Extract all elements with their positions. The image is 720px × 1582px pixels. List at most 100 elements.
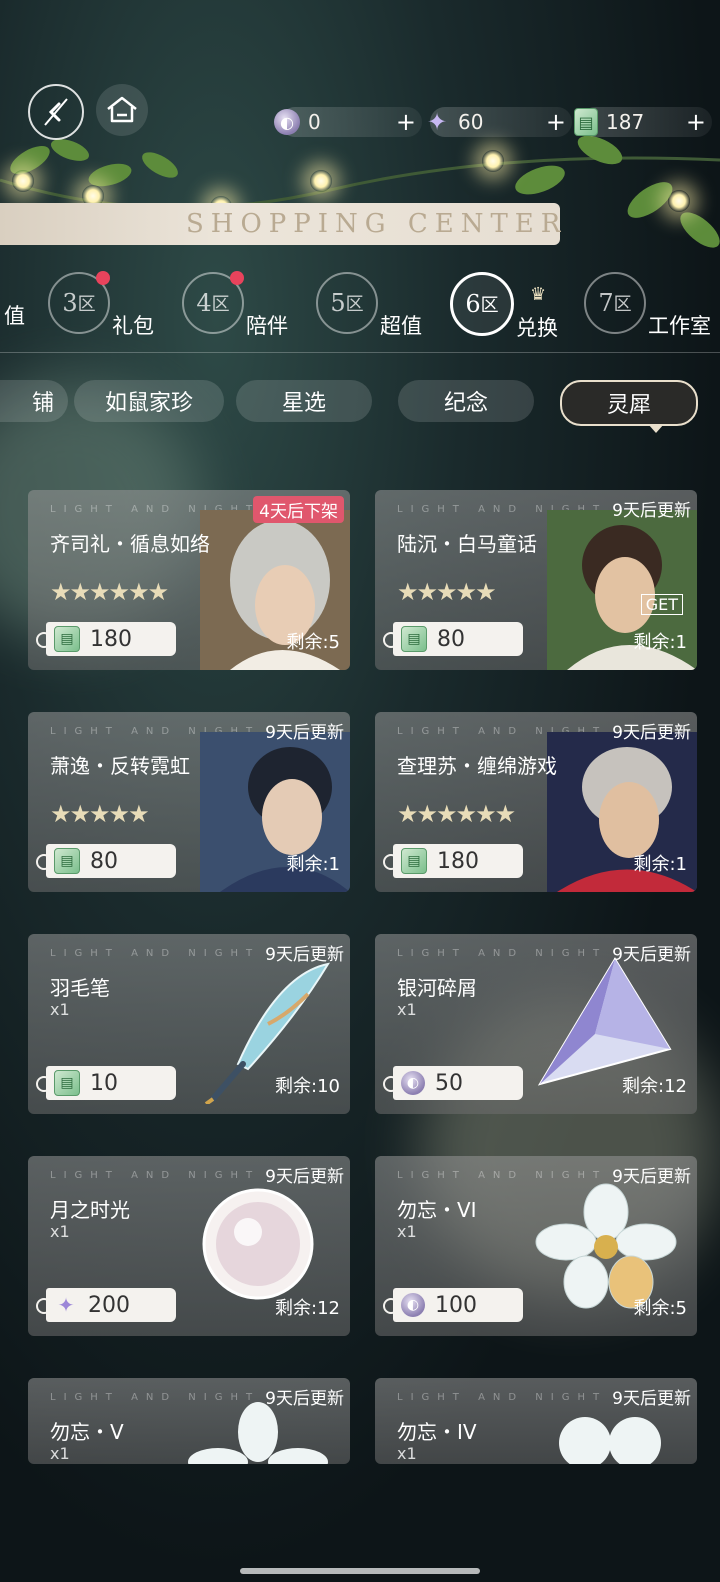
price-tag[interactable]: ◐ 100: [383, 1288, 523, 1322]
white-flower-icon: [559, 1417, 661, 1464]
remaining-count: 剩余:1: [286, 854, 340, 875]
zone-tab-4[interactable]: 4区 陪伴: [182, 271, 288, 338]
zone-number: 5区: [316, 272, 378, 334]
card-title: 羽毛笔: [50, 976, 110, 1000]
light-bulb: [482, 150, 504, 172]
zone-number: 7区: [584, 272, 646, 334]
product-card[interactable]: LIGHT AND NIGHT 9天后更新 萧逸・反转霓虹 ★★★★★ ▤ 80 …: [28, 712, 350, 892]
zone-tab-partial[interactable]: 值: [2, 300, 25, 328]
item-quantity: x1: [397, 1444, 417, 1463]
price-tag[interactable]: ▤ 180: [383, 844, 523, 878]
divider: [0, 352, 720, 353]
zone-label: 陪伴: [246, 314, 288, 338]
timer-badge: 9天后更新: [612, 1167, 691, 1187]
add-currency-button[interactable]: +: [686, 108, 706, 136]
product-card[interactable]: LIGHT AND NIGHT 9天后更新 勿忘・V x1: [28, 1378, 350, 1464]
card-title: 陆沉・白马童话: [397, 532, 537, 556]
card-title: 查理苏・缠绵游戏: [397, 754, 557, 778]
home-icon: [107, 96, 137, 123]
active-pointer: [647, 424, 664, 433]
price-tag[interactable]: ▤ 180: [36, 622, 176, 656]
currency-ticket: ▤ 187 +: [574, 107, 712, 137]
add-currency-button[interactable]: +: [546, 108, 566, 136]
card-title: 齐司礼・循息如络: [50, 532, 210, 556]
zone-label: 礼包: [112, 314, 154, 338]
white-flower-icon: [188, 1402, 328, 1464]
currency-value: 0: [308, 110, 321, 134]
item-quantity: x1: [397, 1222, 417, 1241]
subtab-lingxi[interactable]: 灵犀: [560, 380, 698, 433]
back-button[interactable]: [28, 84, 84, 140]
currency-value: 60: [458, 110, 484, 134]
zone-label: 兑换: [516, 316, 558, 340]
home-indicator[interactable]: [240, 1568, 480, 1574]
price-tag[interactable]: ◐ 50: [383, 1066, 523, 1100]
product-card[interactable]: LIGHT AND NIGHT 9天后更新 羽毛笔 x1 ▤ 10 剩余:10: [28, 934, 350, 1114]
subtab-jinian[interactable]: 纪念: [398, 380, 534, 422]
ticket-icon: ▤: [401, 848, 427, 874]
product-card[interactable]: LIGHT AND NIGHT 4天后下架 齐司礼・循息如络 ★★★★★★ ▤ 1…: [28, 490, 350, 670]
product-card[interactable]: LIGHT AND NIGHT 9天后更新 查理苏・缠绵游戏 ★★★★★★ ▤ 1…: [375, 712, 697, 892]
product-card[interactable]: LIGHT AND NIGHT 9天后更新 勿忘・VI x1 ◐ 100 剩余:5: [375, 1156, 697, 1336]
remaining-count: 剩余:10: [275, 1076, 340, 1097]
currency-value: 187: [606, 110, 645, 134]
item-quantity: x1: [397, 1000, 417, 1019]
watermark: LIGHT AND NIGHT: [397, 1392, 608, 1403]
product-card[interactable]: LIGHT AND NIGHT 9天后更新 月之时光 x1 ✦ 200 剩余:12: [28, 1156, 350, 1336]
currency-moon: ◐ 0 +: [274, 107, 422, 137]
crown-icon: ♛: [530, 284, 547, 305]
timer-badge: 9天后更新: [612, 723, 691, 743]
timer-badge: 9天后更新: [612, 501, 691, 521]
subtab-shop[interactable]: 铺: [0, 380, 68, 422]
item-quantity: x1: [50, 1222, 70, 1241]
subtab-xingxuan[interactable]: 星选: [236, 380, 372, 422]
timer-badge: 9天后更新: [612, 945, 691, 965]
product-card[interactable]: LIGHT AND NIGHT 9天后更新 陆沉・白马童话 ★★★★★ GET …: [375, 490, 697, 670]
white-flower-icon: [535, 1183, 677, 1309]
zone-label: 值: [4, 304, 25, 328]
remaining-count: 剩余:12: [275, 1298, 340, 1319]
remaining-count: 剩余:1: [633, 854, 687, 875]
star-rating: ★★★★★★: [397, 800, 516, 828]
product-card[interactable]: LIGHT AND NIGHT 9天后更新 银河碎屑 x1 ◐ 50 剩余:12: [375, 934, 697, 1114]
price-tag[interactable]: ▤ 10: [36, 1066, 176, 1100]
remaining-count: 剩余:5: [633, 1298, 687, 1319]
card-title: 月之时光: [50, 1198, 130, 1222]
remaining-count: 剩余:12: [622, 1076, 687, 1097]
remaining-count: 剩余:5: [286, 632, 340, 653]
ticket-icon: ▤: [54, 1070, 80, 1096]
item-quantity: x1: [50, 1000, 70, 1019]
zone-number: 4区: [182, 271, 244, 334]
ticket-icon: ▤: [54, 626, 80, 652]
home-button[interactable]: [96, 84, 148, 136]
timer-badge: 9天后更新: [612, 1389, 691, 1409]
ticket-icon: ▤: [401, 626, 427, 652]
zone-tab-5[interactable]: 5区 超值: [316, 272, 422, 338]
zone-tab-6[interactable]: 6区 兑换 ♛: [450, 272, 558, 340]
currency-sparkle: ✦ 60 +: [427, 107, 572, 137]
zone-label: 工作室: [648, 314, 711, 338]
product-card[interactable]: LIGHT AND NIGHT 9天后更新 勿忘・IV x1: [375, 1378, 697, 1464]
zone-tab-3[interactable]: 3区 礼包: [48, 271, 154, 338]
timer-badge: 9天后更新: [265, 1167, 344, 1187]
price-tag[interactable]: ✦ 200: [36, 1288, 176, 1322]
price-tag[interactable]: ▤ 80: [36, 844, 176, 878]
add-currency-button[interactable]: +: [396, 108, 416, 136]
light-bulb: [668, 190, 690, 212]
notification-dot: [96, 271, 110, 285]
watermark: LIGHT AND NIGHT: [397, 1170, 608, 1181]
light-bulb: [12, 170, 34, 192]
moon-coin-icon: ◐: [401, 1293, 425, 1317]
get-badge: GET: [640, 594, 683, 615]
zone-number: 3区: [48, 271, 110, 334]
light-bulb: [310, 170, 332, 192]
card-title: 萧逸・反转霓虹: [50, 754, 190, 778]
notification-dot: [230, 271, 244, 285]
pearl-icon: [202, 1188, 314, 1300]
star-rating: ★★★★★: [50, 800, 150, 828]
zone-tab-7[interactable]: 7区 工作室: [584, 272, 711, 338]
subtab-rushu[interactable]: 如鼠家珍: [74, 380, 224, 422]
banner-title: SHOPPING CENTER: [186, 209, 568, 239]
price-tag[interactable]: ▤ 80: [383, 622, 523, 656]
moon-coin-icon: ◐: [274, 109, 300, 135]
